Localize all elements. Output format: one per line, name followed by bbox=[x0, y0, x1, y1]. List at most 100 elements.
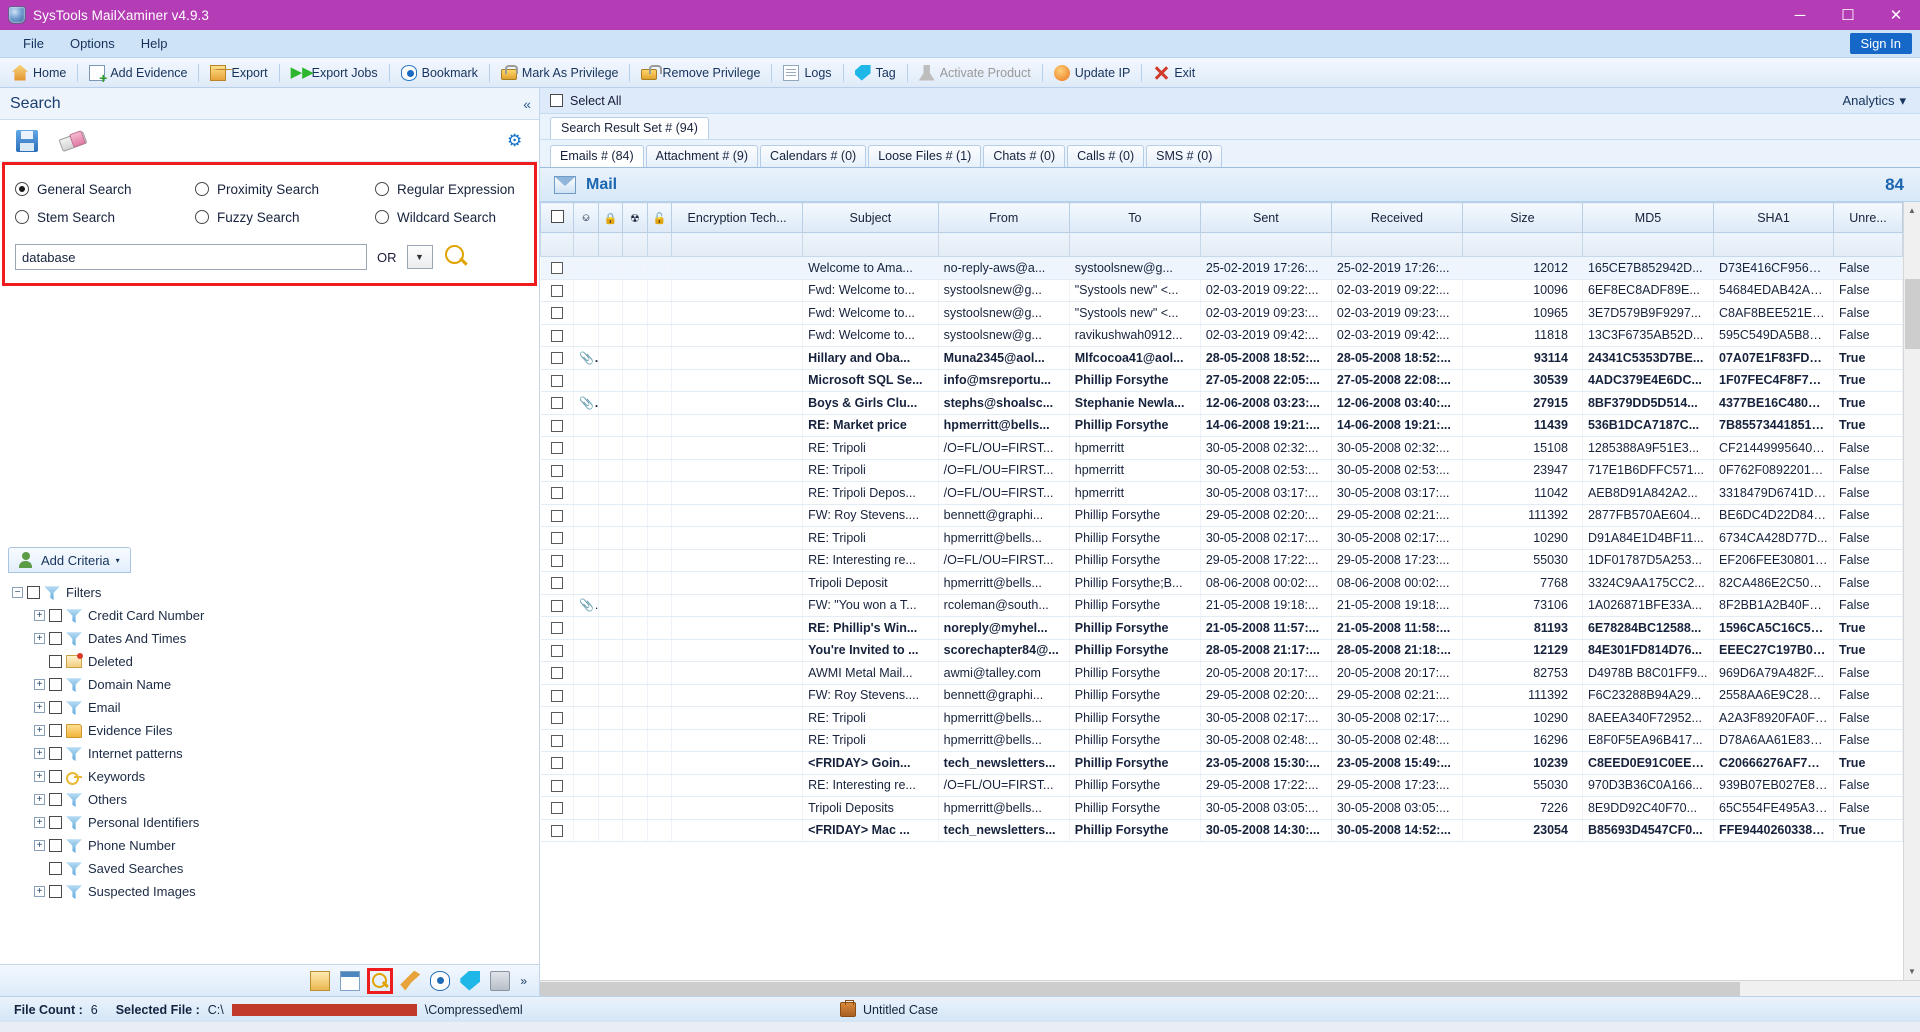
toolbar-button-mark-as-privilege[interactable]: Mark As Privilege bbox=[493, 61, 627, 85]
gear-icon[interactable]: ⚙ bbox=[507, 131, 525, 150]
save-icon[interactable] bbox=[16, 129, 38, 152]
cell-check[interactable] bbox=[540, 301, 575, 325]
filter-cell-sent[interactable] bbox=[1199, 232, 1332, 257]
minimize-icon[interactable]: ─ bbox=[1776, 0, 1824, 30]
row-checkbox[interactable] bbox=[550, 397, 563, 410]
magnifier-icon[interactable] bbox=[443, 243, 471, 271]
table-row[interactable]: <FRIDAY> Goin... tech_newsletters... Phill… bbox=[540, 751, 1903, 775]
radio-wildcard-search[interactable]: Wildcard Search bbox=[375, 203, 534, 231]
row-checkbox[interactable] bbox=[550, 734, 563, 747]
cell-check[interactable] bbox=[540, 571, 575, 595]
filter-checkbox[interactable] bbox=[27, 586, 40, 599]
radio-indicator[interactable] bbox=[195, 210, 209, 224]
column-header-sent[interactable]: Sent bbox=[1199, 202, 1332, 233]
filter-cell-sha1[interactable] bbox=[1713, 232, 1834, 257]
cell-check[interactable] bbox=[540, 279, 575, 302]
toolbar-button-remove-privilege[interactable]: Remove Privilege bbox=[633, 61, 768, 85]
cell-check[interactable] bbox=[540, 549, 575, 572]
toolbar-button-exit[interactable]: Exit bbox=[1145, 61, 1203, 85]
table-row[interactable]: RE: Interesting re.../O=FL/OU=FIRST... Ph… bbox=[540, 774, 1903, 797]
radio-fuzzy-search[interactable]: Fuzzy Search bbox=[195, 203, 375, 231]
results-vertical-scrollbar[interactable]: ▲ ▼ bbox=[1903, 202, 1920, 980]
filter-node-personal-identifiers[interactable]: + Personal Identifiers bbox=[0, 811, 539, 834]
cell-check[interactable] bbox=[540, 414, 575, 437]
mail-view-icon[interactable] bbox=[310, 970, 331, 991]
toolbar-button-export[interactable]: Export bbox=[202, 61, 275, 85]
chevron-down-icon[interactable]: ▾ bbox=[116, 556, 120, 565]
cell-check[interactable] bbox=[540, 459, 575, 482]
filter-checkbox[interactable] bbox=[49, 701, 62, 714]
row-checkbox[interactable] bbox=[550, 802, 563, 815]
filter-node-email[interactable]: + Email bbox=[0, 696, 539, 719]
filter-cell-from[interactable] bbox=[937, 232, 1070, 257]
row-checkbox[interactable] bbox=[550, 374, 563, 387]
close-icon[interactable]: ✕ bbox=[1872, 0, 1920, 30]
scroll-down-icon[interactable]: ▼ bbox=[1903, 963, 1920, 980]
row-checkbox[interactable] bbox=[550, 352, 563, 365]
tab-chats[interactable]: Chats # (0) bbox=[983, 145, 1066, 167]
radio-indicator[interactable] bbox=[195, 182, 209, 196]
row-checkbox[interactable] bbox=[550, 644, 563, 657]
filter-node-credit-card-number[interactable]: + Credit Card Number bbox=[0, 604, 539, 627]
row-checkbox[interactable] bbox=[550, 262, 563, 275]
cell-check[interactable] bbox=[540, 369, 575, 392]
filter-node-others[interactable]: + Others bbox=[0, 788, 539, 811]
analytics-button[interactable]: Analytics ▾ bbox=[1842, 93, 1906, 109]
expand-plus-icon[interactable]: + bbox=[34, 794, 45, 805]
radio-indicator[interactable] bbox=[15, 210, 29, 224]
cell-check[interactable] bbox=[540, 504, 575, 527]
column-header-size[interactable]: Size bbox=[1461, 202, 1583, 233]
filter-checkbox[interactable] bbox=[49, 655, 62, 668]
cell-check[interactable] bbox=[540, 256, 575, 280]
column-header-unread[interactable]: Unre... bbox=[1833, 202, 1903, 233]
row-checkbox[interactable] bbox=[550, 419, 563, 432]
tab-emails[interactable]: Emails # (84) bbox=[550, 145, 644, 167]
table-row[interactable]: RE: Phillip's Win... noreply@myhel... Phil… bbox=[540, 616, 1903, 640]
radio-proximity-search[interactable]: Proximity Search bbox=[195, 175, 375, 203]
table-row[interactable]: RE: Tripoli hpmerritt@bells... Phillip For… bbox=[540, 729, 1903, 752]
sign-in-button[interactable]: Sign In bbox=[1849, 33, 1912, 54]
filter-cell-to[interactable] bbox=[1068, 232, 1201, 257]
filter-cell-subject[interactable] bbox=[802, 232, 939, 257]
table-row[interactable]: RE: Tripoli Depos.../O=FL/OU=FIRST... hpm… bbox=[540, 481, 1903, 505]
cell-check[interactable] bbox=[540, 481, 575, 505]
column-header-from[interactable]: From bbox=[937, 202, 1070, 233]
column-header-received[interactable]: Received bbox=[1330, 202, 1463, 233]
filter-cell-lock3[interactable] bbox=[646, 232, 673, 257]
filter-node-evidence-files[interactable]: + Evidence Files bbox=[0, 719, 539, 742]
row-checkbox[interactable] bbox=[550, 509, 563, 522]
table-row[interactable]: Fwd: Welcome to... systoolsnew@g... "Systo… bbox=[540, 301, 1903, 325]
filter-cell-md5[interactable] bbox=[1581, 232, 1715, 257]
table-row[interactable]: RE: Tripoli/O=FL/OU=FIRST... hpmerritt 30-… bbox=[540, 459, 1903, 482]
row-checkbox[interactable] bbox=[550, 464, 563, 477]
cell-check[interactable] bbox=[540, 819, 575, 842]
table-row[interactable]: RE: Tripoli hpmerritt@bells... Phillip For… bbox=[540, 706, 1903, 730]
scroll-up-icon[interactable]: ▲ bbox=[1903, 202, 1920, 219]
toolbar-button-logs[interactable]: Logs bbox=[775, 61, 839, 85]
tab-sms[interactable]: SMS # (0) bbox=[1146, 145, 1223, 167]
expand-plus-icon[interactable]: + bbox=[34, 633, 45, 644]
row-checkbox[interactable] bbox=[550, 779, 563, 792]
row-checkbox[interactable] bbox=[550, 329, 563, 342]
table-row[interactable]: AWMI Metal Mail... awmi@talley.com Phillip… bbox=[540, 661, 1903, 685]
table-row[interactable]: RE: Interesting re.../O=FL/OU=FIRST... Ph… bbox=[540, 549, 1903, 572]
menu-file[interactable]: File bbox=[10, 33, 57, 54]
toolbar-button-bookmark[interactable]: Bookmark bbox=[393, 61, 486, 85]
table-row[interactable]: 📎 FW: "You won a T... rcoleman@south... Phi… bbox=[540, 594, 1903, 617]
expand-plus-icon[interactable]: + bbox=[34, 817, 45, 828]
add-criteria-button[interactable]: Add Criteria ▾ bbox=[8, 547, 131, 573]
column-header-sha1[interactable]: SHA1 bbox=[1713, 202, 1834, 233]
tab-attachment[interactable]: Attachment # (9) bbox=[645, 145, 759, 167]
cell-check[interactable] bbox=[540, 594, 575, 617]
column-header-lock3[interactable]: 🔓 bbox=[646, 202, 673, 233]
table-row[interactable]: Welcome to Ama... no-reply-aws@a... systoo… bbox=[540, 256, 1903, 280]
cell-check[interactable] bbox=[540, 729, 575, 752]
tab-search-result-set[interactable]: Search Result Set # (94) bbox=[550, 117, 709, 139]
filter-checkbox[interactable] bbox=[49, 885, 62, 898]
table-row[interactable]: FW: Roy Stevens.... bennett@graphi... Phil… bbox=[540, 504, 1903, 527]
toolbar-button-add-evidence[interactable]: Add Evidence bbox=[81, 61, 195, 85]
table-row[interactable]: 📎 Hillary and Oba... Muna2345@aol... Mlfcoc… bbox=[540, 346, 1903, 370]
table-row[interactable]: 📎 Boys & Girls Clu... stephs@shoalsc... Ste… bbox=[540, 391, 1903, 415]
cell-check[interactable] bbox=[540, 751, 575, 775]
toolbar-button-export-jobs[interactable]: ▶▶ Export Jobs bbox=[283, 61, 386, 85]
